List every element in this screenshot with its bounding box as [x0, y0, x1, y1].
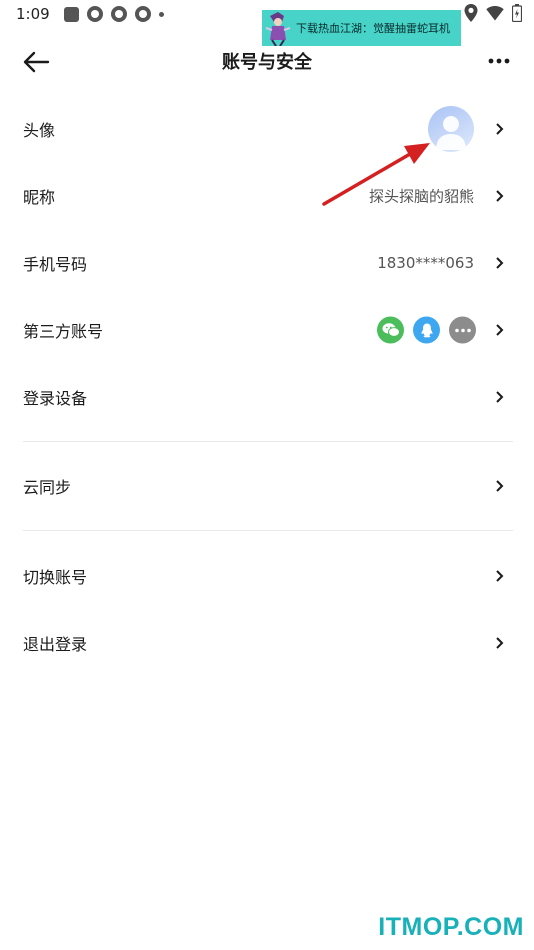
row-label: 第三方账号 — [23, 322, 104, 341]
notification-app-icon — [110, 6, 127, 22]
notification-app-icon — [134, 6, 151, 22]
third-party-icons — [377, 316, 476, 344]
row-label: 切换账号 — [23, 568, 88, 587]
row-label: 云同步 — [23, 478, 72, 497]
row-login-devices[interactable]: 登录设备 — [0, 369, 534, 425]
more-icon — [449, 316, 476, 344]
more-options-icon[interactable] — [488, 56, 510, 66]
chevron-right-icon — [496, 257, 504, 269]
row-label: 手机号码 — [23, 255, 88, 274]
row-label: 退出登录 — [23, 635, 88, 654]
chevron-right-icon — [496, 123, 504, 135]
chevron-right-icon — [496, 324, 504, 336]
row-nickname[interactable]: 昵称 探头探脑的貂熊 — [0, 168, 534, 224]
chevron-right-icon — [496, 190, 504, 202]
section-divider — [23, 441, 513, 442]
chevron-right-icon — [496, 637, 504, 649]
notification-square-icon — [63, 6, 79, 22]
row-label: 登录设备 — [23, 389, 88, 408]
watermark: ITMOP.COM — [378, 913, 524, 941]
status-notification-icons — [63, 6, 164, 22]
notification-app-icon — [86, 6, 103, 22]
status-time: 1:09 — [16, 5, 50, 23]
row-logout[interactable]: 退出登录 — [0, 615, 534, 671]
wechat-icon — [377, 316, 404, 344]
page-title: 账号与安全 — [222, 52, 312, 73]
status-system-icons — [464, 4, 522, 22]
more-notifications-dot-icon — [158, 11, 164, 17]
banner-text: 下载热血江湖：觉醒抽雷蛇耳机 — [296, 22, 450, 35]
annotation-arrow-icon — [322, 143, 430, 206]
chevron-right-icon — [496, 570, 504, 582]
qq-icon — [413, 316, 440, 344]
chevron-right-icon — [496, 391, 504, 403]
chevron-right-icon — [496, 480, 504, 492]
phone-number-value: 1830****063 — [377, 254, 474, 272]
wifi-icon — [486, 6, 504, 21]
battery-icon — [512, 4, 522, 22]
row-label: 昵称 — [23, 188, 56, 207]
row-switch-account[interactable]: 切换账号 — [0, 548, 534, 604]
row-label: 头像 — [23, 121, 56, 140]
row-cloud-sync[interactable]: 云同步 — [0, 458, 534, 514]
location-icon — [464, 4, 478, 22]
row-third-party-accounts[interactable]: 第三方账号 — [0, 302, 534, 358]
row-avatar[interactable]: 头像 — [0, 101, 534, 157]
row-phone-number[interactable]: 手机号码 1830****063 — [0, 235, 534, 291]
section-divider — [23, 530, 513, 531]
app-header: 账号与安全 — [0, 36, 534, 86]
